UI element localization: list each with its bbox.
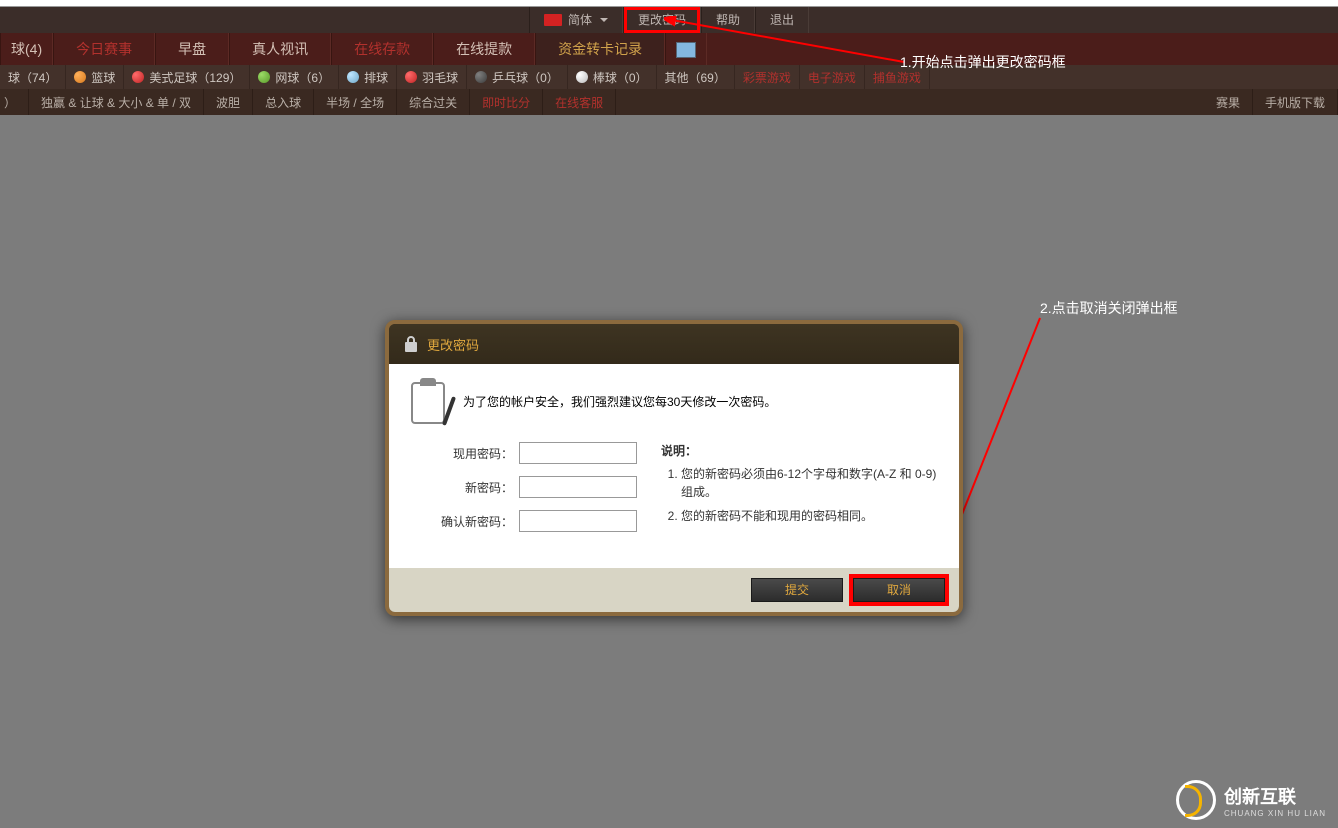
sport-badminton[interactable]: 羽毛球 xyxy=(397,65,467,89)
language-selector[interactable]: 简体 xyxy=(529,7,623,33)
current-password-label: 现用密码： xyxy=(453,445,513,462)
annotation-text-2: 2.点击取消关闭弹出框 xyxy=(1040,298,1178,318)
language-label: 简体 xyxy=(568,7,592,33)
sub-handicap[interactable]: 独赢 & 让球 & 大小 & 单 / 双 xyxy=(29,89,204,115)
badminton-icon xyxy=(405,71,417,83)
dialog-intro: 为了您的帐户安全，我们强烈建议您每30天修改一次密码。 xyxy=(407,378,941,424)
form-right: 说明： 您的新密码必须由6-12个字母和数字(A-Z 和 0-9)组成。 您的新… xyxy=(637,442,941,531)
main-tabs: 球(4) 今日赛事 早盘 真人视讯 在线存款 在线提款 资金转卡记录 xyxy=(0,33,1338,65)
current-password-input[interactable] xyxy=(519,442,637,464)
dialog-footer: 提交 取消 xyxy=(389,568,959,612)
sport-egame[interactable]: 电子游戏 xyxy=(800,65,865,89)
app-root: 简体 更改密码 帮助 退出 球(4) 今日赛事 早盘 真人视讯 在线存款 在线提… xyxy=(0,0,1338,828)
new-password-label: 新密码： xyxy=(465,479,513,496)
sub-nav: ） 独赢 & 让球 & 大小 & 单 / 双 波胆 总入球 半场 / 全场 综合… xyxy=(0,89,1338,115)
dialog-title: 更改密码 xyxy=(427,335,479,354)
amfootball-icon xyxy=(132,71,144,83)
dialog-header: 更改密码 xyxy=(389,324,959,364)
explain-list: 您的新密码必须由6-12个字母和数字(A-Z 和 0-9)组成。 您的新密码不能… xyxy=(661,465,941,525)
new-password-input[interactable] xyxy=(519,476,637,498)
baseball-icon xyxy=(576,71,588,83)
sport-volleyball[interactable]: 排球 xyxy=(339,65,397,89)
brand-logo: 创新互联 CHUANG XIN HU LIAN xyxy=(1176,780,1326,820)
sport-other[interactable]: 其他（69） xyxy=(657,65,735,89)
sport-basketball[interactable]: 篮球 xyxy=(66,65,124,89)
top-nav: 简体 更改密码 帮助 退出 xyxy=(0,7,1338,33)
change-password-link[interactable]: 更改密码 xyxy=(623,7,701,33)
sub-results[interactable]: 赛果 xyxy=(1204,89,1253,115)
explain-item-2: 您的新密码不能和现用的密码相同。 xyxy=(681,507,941,525)
sub-mobile[interactable]: 手机版下载 xyxy=(1253,89,1338,115)
sub-score[interactable]: 波胆 xyxy=(204,89,253,115)
main-tab-transfer[interactable]: 资金转卡记录 xyxy=(535,33,665,65)
new-password-row: 新密码： xyxy=(407,476,637,498)
cancel-button[interactable]: 取消 xyxy=(853,578,945,602)
main-tab-deposit[interactable]: 在线存款 xyxy=(331,33,433,65)
confirm-password-label: 确认新密码： xyxy=(441,513,513,530)
monitor-icon xyxy=(676,42,696,58)
help-label: 帮助 xyxy=(716,7,740,33)
flag-icon xyxy=(544,14,562,26)
main-tab-live[interactable]: 真人视讯 xyxy=(229,33,331,65)
help-link[interactable]: 帮助 xyxy=(701,7,755,33)
brand-logo-text: 创新互联 CHUANG XIN HU LIAN xyxy=(1224,783,1326,818)
main-tab-monitor[interactable] xyxy=(665,33,707,65)
main-tab-today[interactable]: 今日赛事 xyxy=(53,33,155,65)
current-password-row: 现用密码： xyxy=(407,442,637,464)
sub-nav-right: 赛果 手机版下载 xyxy=(1204,89,1338,115)
tennis-icon xyxy=(258,71,270,83)
pingpong-icon xyxy=(475,71,487,83)
sub-livescore[interactable]: 即时比分 xyxy=(470,89,543,115)
confirm-password-row: 确认新密码： xyxy=(407,510,637,532)
main-tab-ball[interactable]: 球(4) xyxy=(0,33,53,65)
basketball-icon xyxy=(74,71,86,83)
main-tab-early[interactable]: 早盘 xyxy=(155,33,229,65)
window-titlebar xyxy=(0,0,1338,7)
sport-lottery[interactable]: 彩票游戏 xyxy=(735,65,800,89)
dialog-intro-text: 为了您的帐户安全，我们强烈建议您每30天修改一次密码。 xyxy=(463,393,776,410)
change-password-label: 更改密码 xyxy=(638,7,686,33)
sub-paren: ） xyxy=(0,89,29,115)
sport-baseball[interactable]: 棒球（0） xyxy=(568,65,657,89)
sport-pingpong[interactable]: 乒乓球（0） xyxy=(467,65,568,89)
form-left: 现用密码： 新密码： 确认新密码： xyxy=(407,442,637,544)
exit-link[interactable]: 退出 xyxy=(755,7,809,33)
sub-totalgoal[interactable]: 总入球 xyxy=(253,89,314,115)
sub-parlay[interactable]: 综合过关 xyxy=(397,89,470,115)
explain-item-1: 您的新密码必须由6-12个字母和数字(A-Z 和 0-9)组成。 xyxy=(681,465,941,501)
explain-title: 说明： xyxy=(661,442,941,459)
sub-service[interactable]: 在线客服 xyxy=(543,89,616,115)
exit-label: 退出 xyxy=(770,7,794,33)
volleyball-icon xyxy=(347,71,359,83)
dialog-form: 现用密码： 新密码： 确认新密码： 说明： 您的新密码必须由6 xyxy=(407,442,941,544)
annotation-text-1: 1.开始点击弹出更改密码框 xyxy=(900,52,1066,72)
clipboard-icon xyxy=(407,378,449,424)
submit-button[interactable]: 提交 xyxy=(751,578,843,602)
chevron-down-icon xyxy=(600,18,608,22)
sport-tennis[interactable]: 网球（6） xyxy=(250,65,339,89)
sub-halffull[interactable]: 半场 / 全场 xyxy=(314,89,397,115)
sports-nav: 球（74） 篮球 美式足球（129） 网球（6） 排球 羽毛球 乒乓球（0） 棒… xyxy=(0,65,1338,89)
sport-ball74[interactable]: 球（74） xyxy=(0,65,66,89)
brand-logo-icon xyxy=(1176,780,1216,820)
confirm-password-input[interactable] xyxy=(519,510,637,532)
dialog-body: 为了您的帐户安全，我们强烈建议您每30天修改一次密码。 现用密码： 新密码： 确… xyxy=(389,364,959,568)
main-tab-withdraw[interactable]: 在线提款 xyxy=(433,33,535,65)
sport-amfootball[interactable]: 美式足球（129） xyxy=(124,65,250,89)
change-password-dialog: 更改密码 为了您的帐户安全，我们强烈建议您每30天修改一次密码。 现用密码： 新… xyxy=(385,320,963,616)
lock-icon xyxy=(403,335,419,353)
